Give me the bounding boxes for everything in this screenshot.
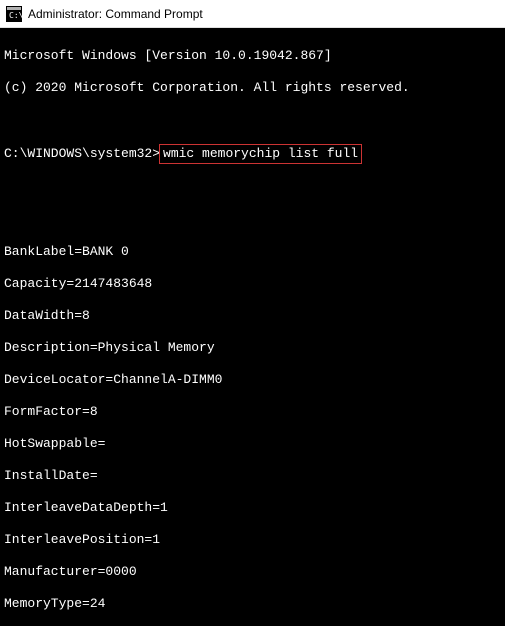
prompt-line: C:\WINDOWS\system32>wmic memorychip list… bbox=[4, 144, 501, 164]
output-line: FormFactor=8 bbox=[4, 404, 501, 420]
prompt-path: C:\WINDOWS\system32> bbox=[4, 146, 160, 162]
output-line: MemoryType=24 bbox=[4, 596, 501, 612]
header-version: Microsoft Windows [Version 10.0.19042.86… bbox=[4, 48, 501, 64]
blank-line bbox=[4, 180, 501, 196]
output-line: InterleaveDataDepth=1 bbox=[4, 500, 501, 516]
window-titlebar[interactable]: C:\ Administrator: Command Prompt bbox=[0, 0, 505, 28]
svg-text:C:\: C:\ bbox=[9, 11, 22, 20]
output-line: InterleavePosition=1 bbox=[4, 532, 501, 548]
cmd-icon: C:\ bbox=[6, 6, 22, 22]
blank-line bbox=[4, 212, 501, 228]
output-line: DeviceLocator=ChannelA-DIMM0 bbox=[4, 372, 501, 388]
command-highlight: wmic memorychip list full bbox=[159, 144, 362, 164]
output-line: InstallDate= bbox=[4, 468, 501, 484]
blank-line bbox=[4, 112, 501, 128]
terminal-area[interactable]: Microsoft Windows [Version 10.0.19042.86… bbox=[0, 28, 505, 626]
output-line: Description=Physical Memory bbox=[4, 340, 501, 356]
header-copyright: (c) 2020 Microsoft Corporation. All righ… bbox=[4, 80, 501, 96]
window-title: Administrator: Command Prompt bbox=[28, 7, 203, 21]
output-line: Capacity=2147483648 bbox=[4, 276, 501, 292]
output-line: Manufacturer=0000 bbox=[4, 564, 501, 580]
output-line: BankLabel=BANK 0 bbox=[4, 244, 501, 260]
output-line: DataWidth=8 bbox=[4, 308, 501, 324]
output-line: HotSwappable= bbox=[4, 436, 501, 452]
command-text: wmic memorychip list full bbox=[163, 146, 358, 161]
